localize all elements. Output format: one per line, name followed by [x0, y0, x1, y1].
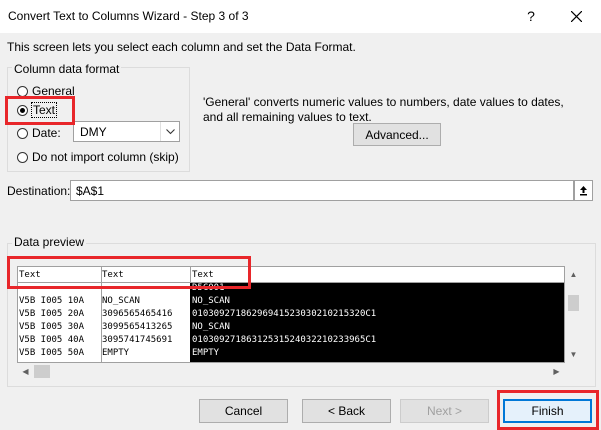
collapse-dialog-button[interactable]: [574, 180, 593, 201]
chevron-left-icon[interactable]: ◀: [17, 363, 34, 380]
preview-cell: NO_SCAN: [192, 296, 230, 306]
table-row: V5B I005 30A 3099565413265 NO_SCAN: [18, 322, 564, 332]
preview-vertical-scrollbar[interactable]: ▲ ▼: [565, 266, 582, 363]
destination-label: Destination:: [7, 184, 71, 198]
preview-cell: NO_SCAN: [102, 296, 140, 306]
date-format-select[interactable]: DMY: [73, 121, 180, 142]
destination-input[interactable]: $A$1: [70, 180, 574, 201]
preview-cell: 3095741745691: [102, 335, 173, 345]
format-description: 'General' converts numeric values to num…: [203, 95, 564, 124]
table-row: V5B I005 50A EMPTY EMPTY: [18, 348, 564, 358]
intro-text: This screen lets you select each column …: [7, 40, 356, 54]
advanced-button[interactable]: Advanced...: [353, 123, 441, 146]
window-title: Convert Text to Columns Wizard - Step 3 …: [8, 9, 249, 23]
preview-cell: V5B I005 10A: [19, 296, 85, 306]
radio-button[interactable]: [17, 85, 28, 97]
back-button[interactable]: < Back: [302, 399, 391, 423]
radio-label-date: Date:: [32, 126, 61, 140]
radio-button[interactable]: [17, 151, 28, 163]
chevron-right-icon[interactable]: ▶: [548, 363, 565, 380]
next-button[interactable]: Next >: [400, 399, 489, 423]
chevron-down-icon[interactable]: ▼: [565, 346, 582, 363]
preview-header-col3[interactable]: Text: [192, 270, 214, 280]
preview-cell: D5C001: [192, 283, 225, 293]
radio-label-general: General: [32, 84, 75, 98]
preview-cell: 3096565465416: [102, 309, 173, 319]
table-row: D5C001: [18, 283, 564, 293]
preview-cell: EMPTY: [102, 348, 130, 358]
preview-cell: 3099565413265: [102, 322, 173, 332]
text-to-columns-dialog: Convert Text to Columns Wizard - Step 3 …: [0, 0, 601, 430]
finish-button[interactable]: Finish: [503, 399, 592, 423]
preview-header-col2[interactable]: Text: [102, 270, 124, 280]
preview-cell: V5B I005 50A: [19, 348, 85, 358]
preview-cell: V5B I005 30A: [19, 322, 85, 332]
preview-cell: EMPTY: [192, 348, 220, 358]
preview-cell: V5B I005 20A: [19, 309, 85, 319]
radio-skip[interactable]: Do not import column (skip): [17, 150, 179, 164]
table-row: V5B I005 10A NO_SCAN NO_SCAN: [18, 296, 564, 306]
preview-cell: 01030927186296941523030210215320C1: [192, 309, 377, 319]
radio-label-skip: Do not import column (skip): [32, 150, 179, 164]
back-label: < Back: [327, 404, 366, 418]
scrollbar-thumb[interactable]: [568, 295, 579, 311]
preview-cell: 01030927186312531524032210233965C1: [192, 335, 377, 345]
scrollbar-thumb[interactable]: [34, 365, 50, 378]
chevron-up-icon[interactable]: ▲: [565, 266, 582, 283]
radio-general[interactable]: General: [17, 84, 75, 98]
radio-text[interactable]: Text: [17, 102, 58, 118]
chevron-down-icon[interactable]: [160, 122, 179, 141]
range-select-icon: [580, 186, 587, 196]
date-format-value: DMY: [80, 125, 107, 139]
preview-cell: V5B I005 40A: [19, 335, 85, 345]
radio-date[interactable]: Date:: [17, 126, 61, 140]
close-button[interactable]: [554, 0, 600, 33]
preview-header-col1[interactable]: Text: [19, 270, 41, 280]
column-format-legend: Column data format: [12, 62, 122, 76]
preview-cell: NO_SCAN: [192, 322, 230, 332]
data-preview-legend: Data preview: [12, 235, 87, 249]
table-row: V5B I005 20A 3096565465416 0103092718629…: [18, 309, 564, 319]
data-preview-grid[interactable]: Text Text Text D5C001 V5B I005 10A NO_SC…: [17, 266, 565, 363]
help-button[interactable]: ?: [508, 0, 554, 33]
close-icon: [571, 11, 582, 22]
preview-horizontal-scrollbar[interactable]: ◀ ▶: [17, 363, 565, 380]
title-bar: Convert Text to Columns Wizard - Step 3 …: [0, 0, 601, 33]
radio-label-text: Text: [30, 102, 58, 118]
radio-button-selected[interactable]: [17, 104, 28, 116]
radio-button[interactable]: [17, 127, 28, 139]
cancel-button[interactable]: Cancel: [199, 399, 288, 423]
table-row: V5B I005 40A 3095741745691 0103092718631…: [18, 335, 564, 345]
